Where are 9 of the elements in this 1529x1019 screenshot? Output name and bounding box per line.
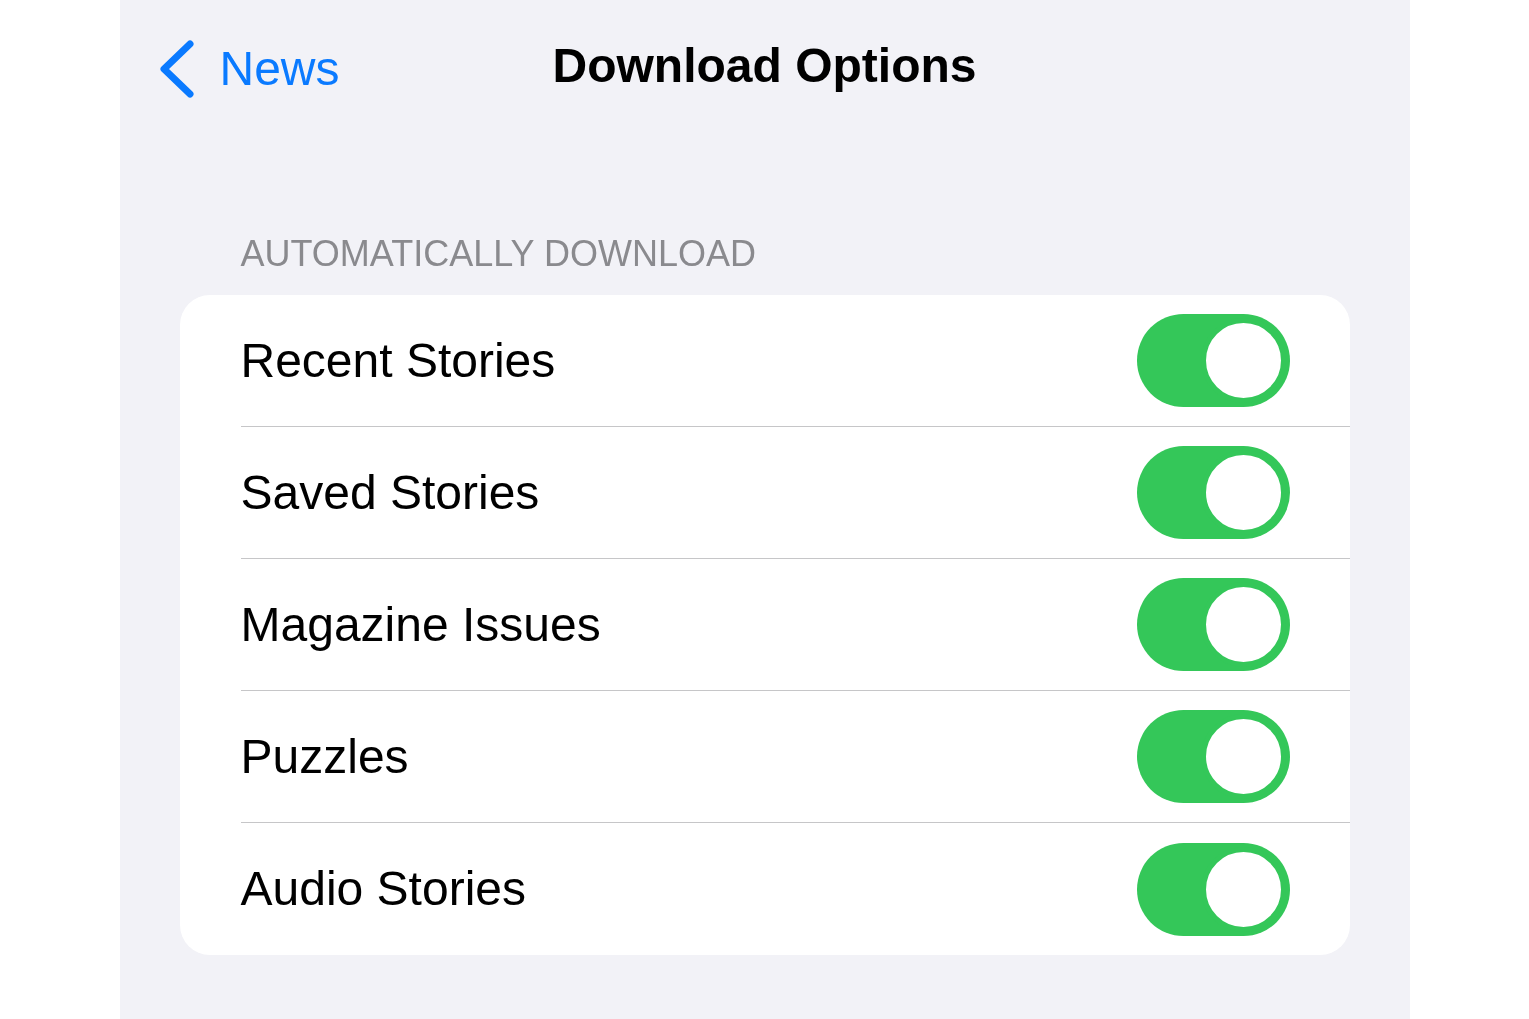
back-button[interactable]: News [157, 40, 340, 98]
setting-label: Recent Stories [240, 332, 556, 389]
setting-label: Puzzles [240, 728, 409, 785]
page-title: Download Options [552, 42, 977, 90]
setting-label: Audio Stories [240, 861, 526, 917]
section-header: AUTOMATICALLY DOWNLOAD [240, 233, 756, 274]
chevron-left-icon [157, 40, 194, 98]
setting-label: Magazine Issues [240, 596, 601, 653]
setting-label: Saved Stories [240, 464, 540, 521]
